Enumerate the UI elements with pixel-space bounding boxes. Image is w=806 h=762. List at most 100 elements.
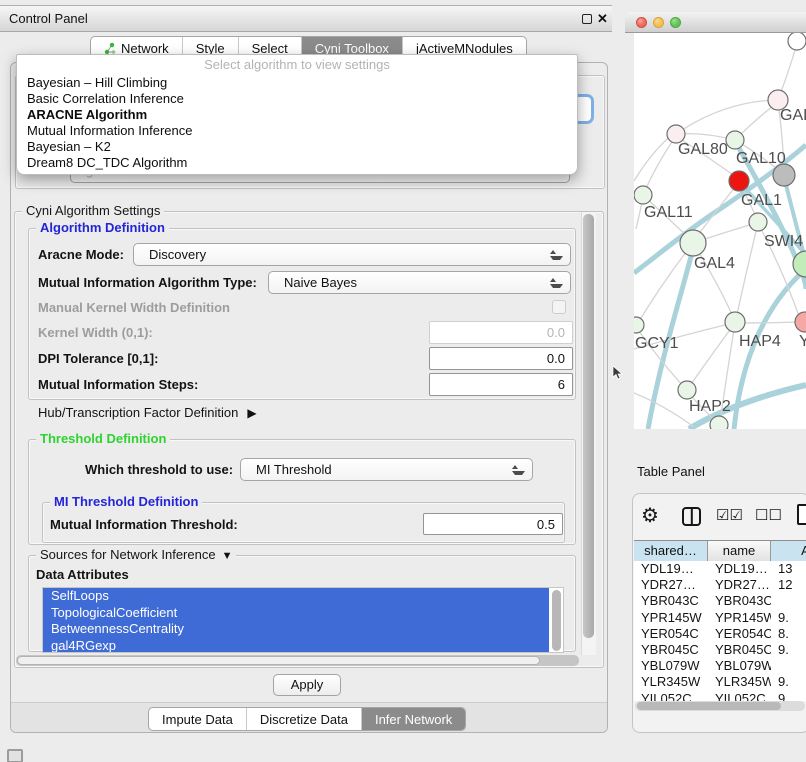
attribute-item-topologicalcoefficient[interactable]: TopologicalCoefficient [43, 605, 549, 622]
document-icon[interactable] [797, 504, 806, 525]
which-threshold-combo[interactable]: MI Threshold [240, 458, 533, 481]
algorithm-definition-title: Algorithm Definition [36, 221, 169, 235]
aracne-mode-value: Discovery [149, 247, 206, 262]
network-node[interactable] [729, 171, 749, 191]
algorithm-option-mutual-information-inference[interactable]: Mutual Information Inference [17, 123, 577, 139]
node-label-hap2: HAP2 [689, 398, 731, 415]
table-cell: YDR27… [708, 577, 771, 593]
network-canvas[interactable]: GALGAL80GAL10GAL1GAL11SWI4GAL4GCY1HAP4YH… [634, 33, 806, 429]
algorithm-option-bayesian-k2[interactable]: Bayesian – K2 [17, 139, 577, 155]
network-graph[interactable]: GALGAL80GAL10GAL1GAL11SWI4GAL4GCY1HAP4YH… [634, 33, 806, 429]
float-window-icon[interactable] [582, 14, 592, 24]
attribute-item-selfloops[interactable]: SelfLoops [43, 588, 549, 605]
table-row[interactable]: YDR27…YDR27…12 [634, 577, 806, 593]
data-attributes-list[interactable]: SelfLoopsTopologicalCoefficientBetweenne… [42, 587, 564, 653]
table-cell: YBR045C [634, 642, 708, 658]
manual-kernel-checkbox[interactable] [552, 300, 566, 314]
attribute-item-betweennesscentrality[interactable]: BetweennessCentrality [43, 621, 549, 638]
node-table: shared…nameA YDL19…YDL19…13YDR27…YDR27…1… [634, 540, 806, 701]
attribute-item-gal4rgexp[interactable]: gal4RGexp [43, 638, 549, 654]
apply-button[interactable]: Apply [273, 674, 341, 696]
node-label-y: Y [799, 333, 806, 350]
table-row[interactable]: YBL079WYBL079W [634, 658, 806, 674]
table-cell: 9 [771, 691, 806, 702]
which-threshold-label: Which threshold to use: [85, 458, 233, 481]
network-node[interactable] [726, 131, 744, 149]
hub-definition-expander[interactable]: Hub/Transcription Factor Definition▶ [38, 401, 257, 424]
network-node[interactable] [773, 164, 795, 186]
network-node[interactable] [634, 186, 652, 204]
table-column-header-1[interactable]: shared… [634, 541, 708, 561]
control-panel-titlebar[interactable]: Control Panel ✕ [0, 6, 612, 32]
expand-right-icon[interactable]: ▶ [247, 402, 256, 425]
settings-vscroll-thumb[interactable] [583, 214, 594, 638]
mi-threshold-group-title: MI Threshold Definition [50, 495, 202, 509]
table-cell: YDR27… [634, 577, 708, 593]
table-cell: YLR345W [634, 674, 708, 690]
list-scrollbar-thumb[interactable] [552, 590, 561, 651]
network-window-titlebar[interactable] [625, 12, 806, 33]
collapsed-panel-tab[interactable] [7, 749, 23, 762]
algorithm-option-basic-correlation-inference[interactable]: Basic Correlation Inference [17, 91, 577, 107]
columns-icon[interactable] [682, 507, 701, 526]
network-node[interactable] [710, 416, 728, 429]
collapse-down-icon[interactable]: ▼ [222, 549, 233, 563]
table-cell: 13 [771, 561, 806, 577]
node-label-gcy1: GCY1 [635, 335, 679, 352]
network-node[interactable] [634, 317, 644, 333]
threshold-definition-title: Threshold Definition [36, 432, 170, 446]
mi-threshold-value: 0.5 [537, 517, 555, 532]
gear-icon[interactable]: ⚙ [641, 504, 659, 528]
node-label-gal: GAL [780, 107, 806, 124]
table-cell: YPR145W [634, 610, 708, 626]
table-row[interactable]: YBR043CYBR043C [634, 593, 806, 609]
table-row[interactable]: YER054CYER054C8. [634, 626, 806, 642]
bottom-tab-bar: Impute DataDiscretize DataInfer Network [148, 707, 466, 731]
algorithm-dropdown-popup: Select algorithm to view settings Bayesi… [16, 54, 578, 175]
table-row[interactable]: YIL052CYIL052C9 [634, 691, 806, 702]
minimize-traffic-light[interactable] [653, 17, 664, 28]
network-edge [644, 136, 676, 193]
table-row[interactable]: YLR345WYLR345W9. [634, 674, 806, 690]
algorithm-option-aracne-algorithm[interactable]: ARACNE Algorithm [17, 107, 577, 123]
network-node[interactable] [680, 230, 706, 256]
bottom-tab-infer-network[interactable]: Infer Network [362, 708, 465, 730]
algorithm-option-bayesian-hill-climbing[interactable]: Bayesian – Hill Climbing [17, 75, 577, 91]
close-icon[interactable]: ✕ [597, 10, 608, 28]
table-cell: 8. [771, 626, 806, 642]
kernel-width-label: Kernel Width (0,1): [38, 321, 153, 344]
close-traffic-light[interactable] [636, 17, 647, 28]
zoom-traffic-light[interactable] [670, 17, 681, 28]
kernel-width-field[interactable]: 0.0 [429, 321, 573, 344]
settings-hscroll-thumb[interactable] [17, 656, 540, 665]
aracne-mode-combo[interactable]: Discovery [133, 243, 571, 266]
algorithm-option-dream8-dc-tdc-algorithm[interactable]: Dream8 DC_TDC Algorithm [17, 155, 577, 171]
deselect-all-checkboxes-icon[interactable]: ☐☐ [755, 506, 782, 524]
mi-steps-field[interactable]: 6 [429, 373, 573, 396]
network-node[interactable] [788, 33, 806, 50]
sources-group-header[interactable]: Sources for Network Inference▼ [36, 548, 236, 563]
table-hscroll-thumb[interactable] [637, 702, 781, 710]
bottom-tab-impute-data[interactable]: Impute Data [149, 708, 247, 730]
network-node[interactable] [749, 213, 767, 231]
mi-type-combo[interactable]: Naive Bayes [268, 271, 571, 294]
table-cell: YBR043C [708, 593, 771, 609]
node-label-gal10: GAL10 [736, 150, 786, 167]
table-row[interactable]: YBR045CYBR045C9. [634, 642, 806, 658]
table-cell: YBR043C [634, 593, 708, 609]
network-node[interactable] [795, 312, 806, 332]
dpi-tolerance-field[interactable]: 0.0 [429, 347, 573, 370]
bottom-tab-discretize-data[interactable]: Discretize Data [247, 708, 362, 730]
network-node[interactable] [678, 381, 696, 399]
network-node[interactable] [725, 312, 745, 332]
dpi-tolerance-label: DPI Tolerance [0,1]: [38, 347, 158, 370]
table-row[interactable]: YDL19…YDL19…13 [634, 561, 806, 577]
node-label-hap4: HAP4 [739, 333, 781, 350]
table-column-header-3[interactable]: A [771, 541, 806, 561]
table-cell: YBL079W [634, 658, 708, 674]
table-column-header-2[interactable]: name [708, 541, 771, 561]
select-all-checkboxes-icon[interactable]: ☑☑ [716, 506, 743, 524]
table-row[interactable]: YPR145WYPR145W9. [634, 610, 806, 626]
node-label-gal4: GAL4 [694, 255, 735, 272]
mi-threshold-field[interactable]: 0.5 [423, 513, 563, 535]
